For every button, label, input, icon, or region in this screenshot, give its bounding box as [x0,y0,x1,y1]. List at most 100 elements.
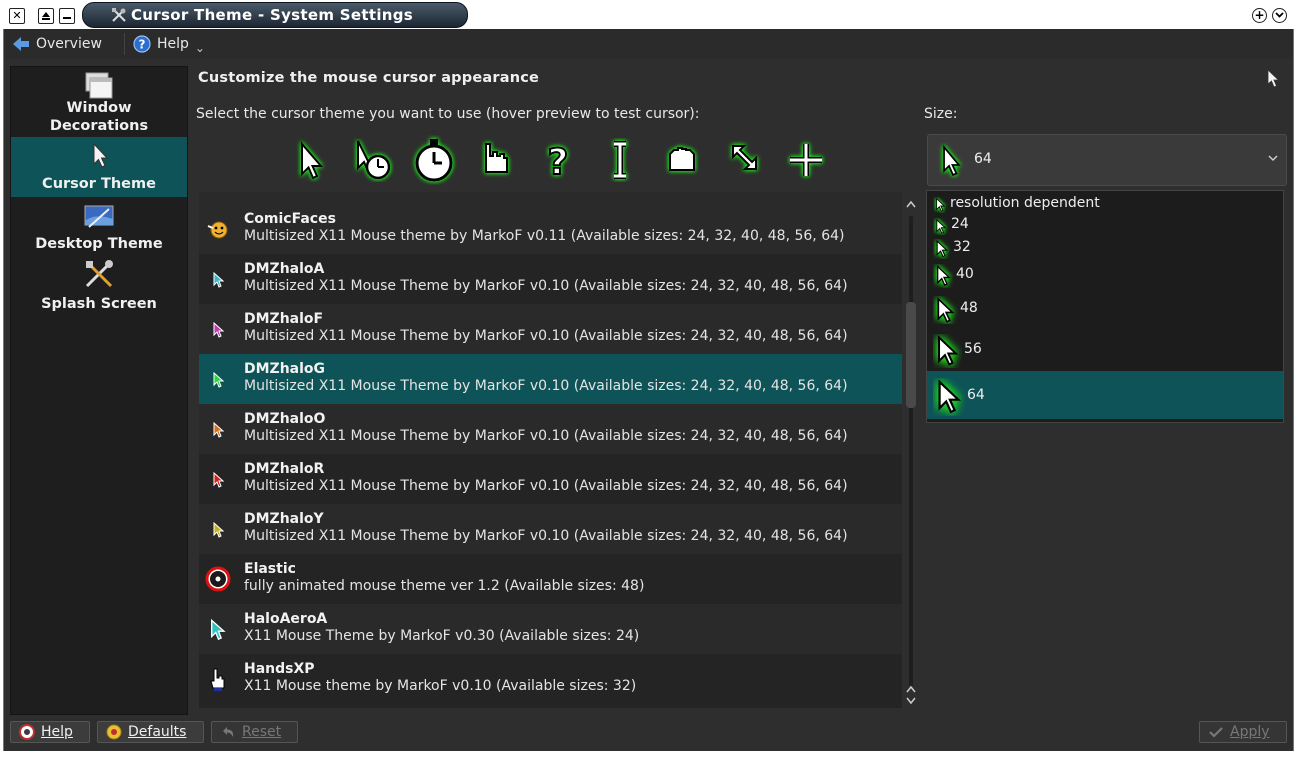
tools-icon [112,8,126,22]
scroll-track[interactable] [909,216,913,686]
overview-button[interactable]: Overview [12,34,102,54]
sidebar-item-desktop-theme[interactable]: Desktop Theme [11,197,187,257]
category-sidebar: Window Decorations Cursor Theme Desktop … [10,66,188,715]
sidebar-item-label: Decorations [49,118,149,134]
arrow-cursor-icon [943,144,961,177]
svg-text:?: ? [548,142,569,182]
list-item[interactable]: ComicFaces Multisized X11 Mouse theme by … [199,204,902,254]
sidebar-item-cursor-theme[interactable]: Cursor Theme [11,137,187,197]
help-label: Help [157,36,189,52]
elastic-ring-icon [205,566,231,592]
list-item[interactable]: DMZhaloY Multisized X11 Mouse Theme by Ma… [199,504,902,554]
keep-above-icon[interactable] [38,8,54,24]
maximize-icon[interactable]: + [1252,8,1267,23]
size-option[interactable]: 24 [927,213,1283,235]
reset-button[interactable]: Reset [211,721,298,743]
list-item[interactable]: DMZhaloO Multisized X11 Mouse Theme by Ma… [199,404,902,454]
list-item-partial [199,192,902,204]
sidebar-item-window-decorations[interactable]: Window Decorations [11,67,187,135]
toolbar-separator [124,33,125,55]
arrow-cursor-icon [938,335,959,366]
busy-arrow-cursor-icon[interactable] [346,132,398,188]
theme-description: fully animated mouse theme ver 1.2 (Avai… [244,578,645,594]
theme-description: X11 Mouse Theme by MarkoF v0.30 (Availab… [244,628,640,644]
desktop-theme-icon [84,205,114,228]
list-item[interactable]: HaloAeroA X11 Mouse Theme by MarkoF v0.30… [199,604,902,654]
defaults-button[interactable]: Defaults [97,721,204,743]
arrow-cursor-icon [936,218,947,234]
reset-button-label: Reset [242,724,282,740]
checkmark-icon [1209,727,1223,738]
tools-icon [85,260,113,288]
help-question-icon[interactable]: ? [532,132,584,188]
minimize-icon[interactable] [59,8,75,24]
sidebar-item-splash-screen[interactable]: Splash Screen [11,257,187,317]
cursor-preview-strip[interactable]: ? [284,132,844,190]
theme-name: DMZhaloR [244,461,325,477]
arrow-cursor-icon [936,197,946,212]
arrow-cursor-icon [213,471,225,488]
size-option[interactable]: 64 [927,371,1283,419]
size-option-label: 32 [953,239,971,255]
hand-pointer-icon[interactable] [470,132,522,188]
help-lifebuoy-icon [19,724,35,740]
size-option-label: 56 [964,341,982,357]
scroll-thumb[interactable] [906,302,916,408]
list-item[interactable]: Elastic fully animated mouse theme ver 1.… [199,554,902,604]
sidebar-item-label: Desktop Theme [35,236,163,252]
window-menu-icon[interactable] [1272,8,1287,23]
size-select-value: 64 [974,151,992,167]
apply-button[interactable]: Apply [1199,721,1287,743]
theme-name: DMZhaloA [244,261,325,277]
theme-name: HaloAeroA [244,611,328,627]
instruction-text: Select the cursor theme you want to use … [196,106,700,122]
grab-hand-icon[interactable] [656,132,708,188]
arrow-cursor-icon [936,239,949,258]
list-item[interactable]: DMZhaloF Multisized X11 Mouse Theme by Ma… [199,304,902,354]
size-option[interactable]: 56 [927,327,1283,371]
size-option[interactable]: 40 [927,259,1283,289]
size-select[interactable]: 64 [927,134,1287,186]
cursor-arrow-icon [1267,69,1280,88]
scroll-down-icon[interactable] [904,684,918,708]
wait-cursor-icon[interactable] [408,132,460,188]
cursor-theme-list[interactable]: ComicFaces Multisized X11 Mouse theme by … [199,192,902,708]
theme-name: DMZhaloG [244,361,326,377]
size-option-label: 24 [951,216,969,232]
window-title-pill[interactable]: Cursor Theme - System Settings [82,2,468,28]
size-option[interactable]: 32 [927,235,1283,259]
apply-button-label: Apply [1230,724,1270,740]
settings-window: Overview ? Help ⌄ Window Decorations Cur… [3,29,1294,751]
resize-diagonal-icon[interactable] [718,132,770,188]
theme-name: HandsXP [244,661,315,677]
arrow-cursor-icon[interactable] [284,132,336,188]
help-menu-button[interactable]: ? Help ⌄ [133,34,205,55]
size-option[interactable]: 48 [927,289,1283,327]
help-button[interactable]: Help [10,721,90,743]
crosshair-icon[interactable] [780,132,832,188]
sidebar-item-label: Window [66,100,132,116]
size-dropdown-list[interactable]: resolution dependent 24 32 40 48 56 64 [926,190,1284,423]
defaults-icon [106,724,122,740]
list-item[interactable]: DMZhaloG Multisized X11 Mouse Theme by Ma… [199,354,902,404]
theme-name: ComicFaces [244,211,336,227]
close-icon[interactable]: ✕ [9,8,25,24]
theme-description: Multisized X11 Mouse Theme by MarkoF v0.… [244,378,848,394]
list-item[interactable]: DMZhaloA Multisized X11 Mouse Theme by Ma… [199,254,902,304]
cursor-arrow-icon [93,142,109,168]
help-button-label: Help [41,724,73,740]
sidebar-item-label: Cursor Theme [42,176,156,192]
scroll-up-icon[interactable] [904,200,918,212]
defaults-button-label: Defaults [128,724,187,740]
theme-description: Multisized X11 Mouse theme by MarkoF v0.… [244,228,845,244]
list-item[interactable]: DMZhaloR Multisized X11 Mouse Theme by Ma… [199,454,902,504]
list-item[interactable]: HandsXP X11 Mouse theme by MarkoF v0.10 (… [199,654,902,704]
size-option-label: 64 [967,387,985,403]
text-ibeam-icon[interactable] [594,132,646,188]
back-arrow-icon [13,37,29,51]
list-scrollbar[interactable] [904,200,918,708]
theme-description: Multisized X11 Mouse Theme by MarkoF v0.… [244,528,848,544]
size-option[interactable]: resolution dependent [927,193,1283,213]
theme-description: Multisized X11 Mouse Theme by MarkoF v0.… [244,428,848,444]
window-decorations-icon [85,72,113,99]
